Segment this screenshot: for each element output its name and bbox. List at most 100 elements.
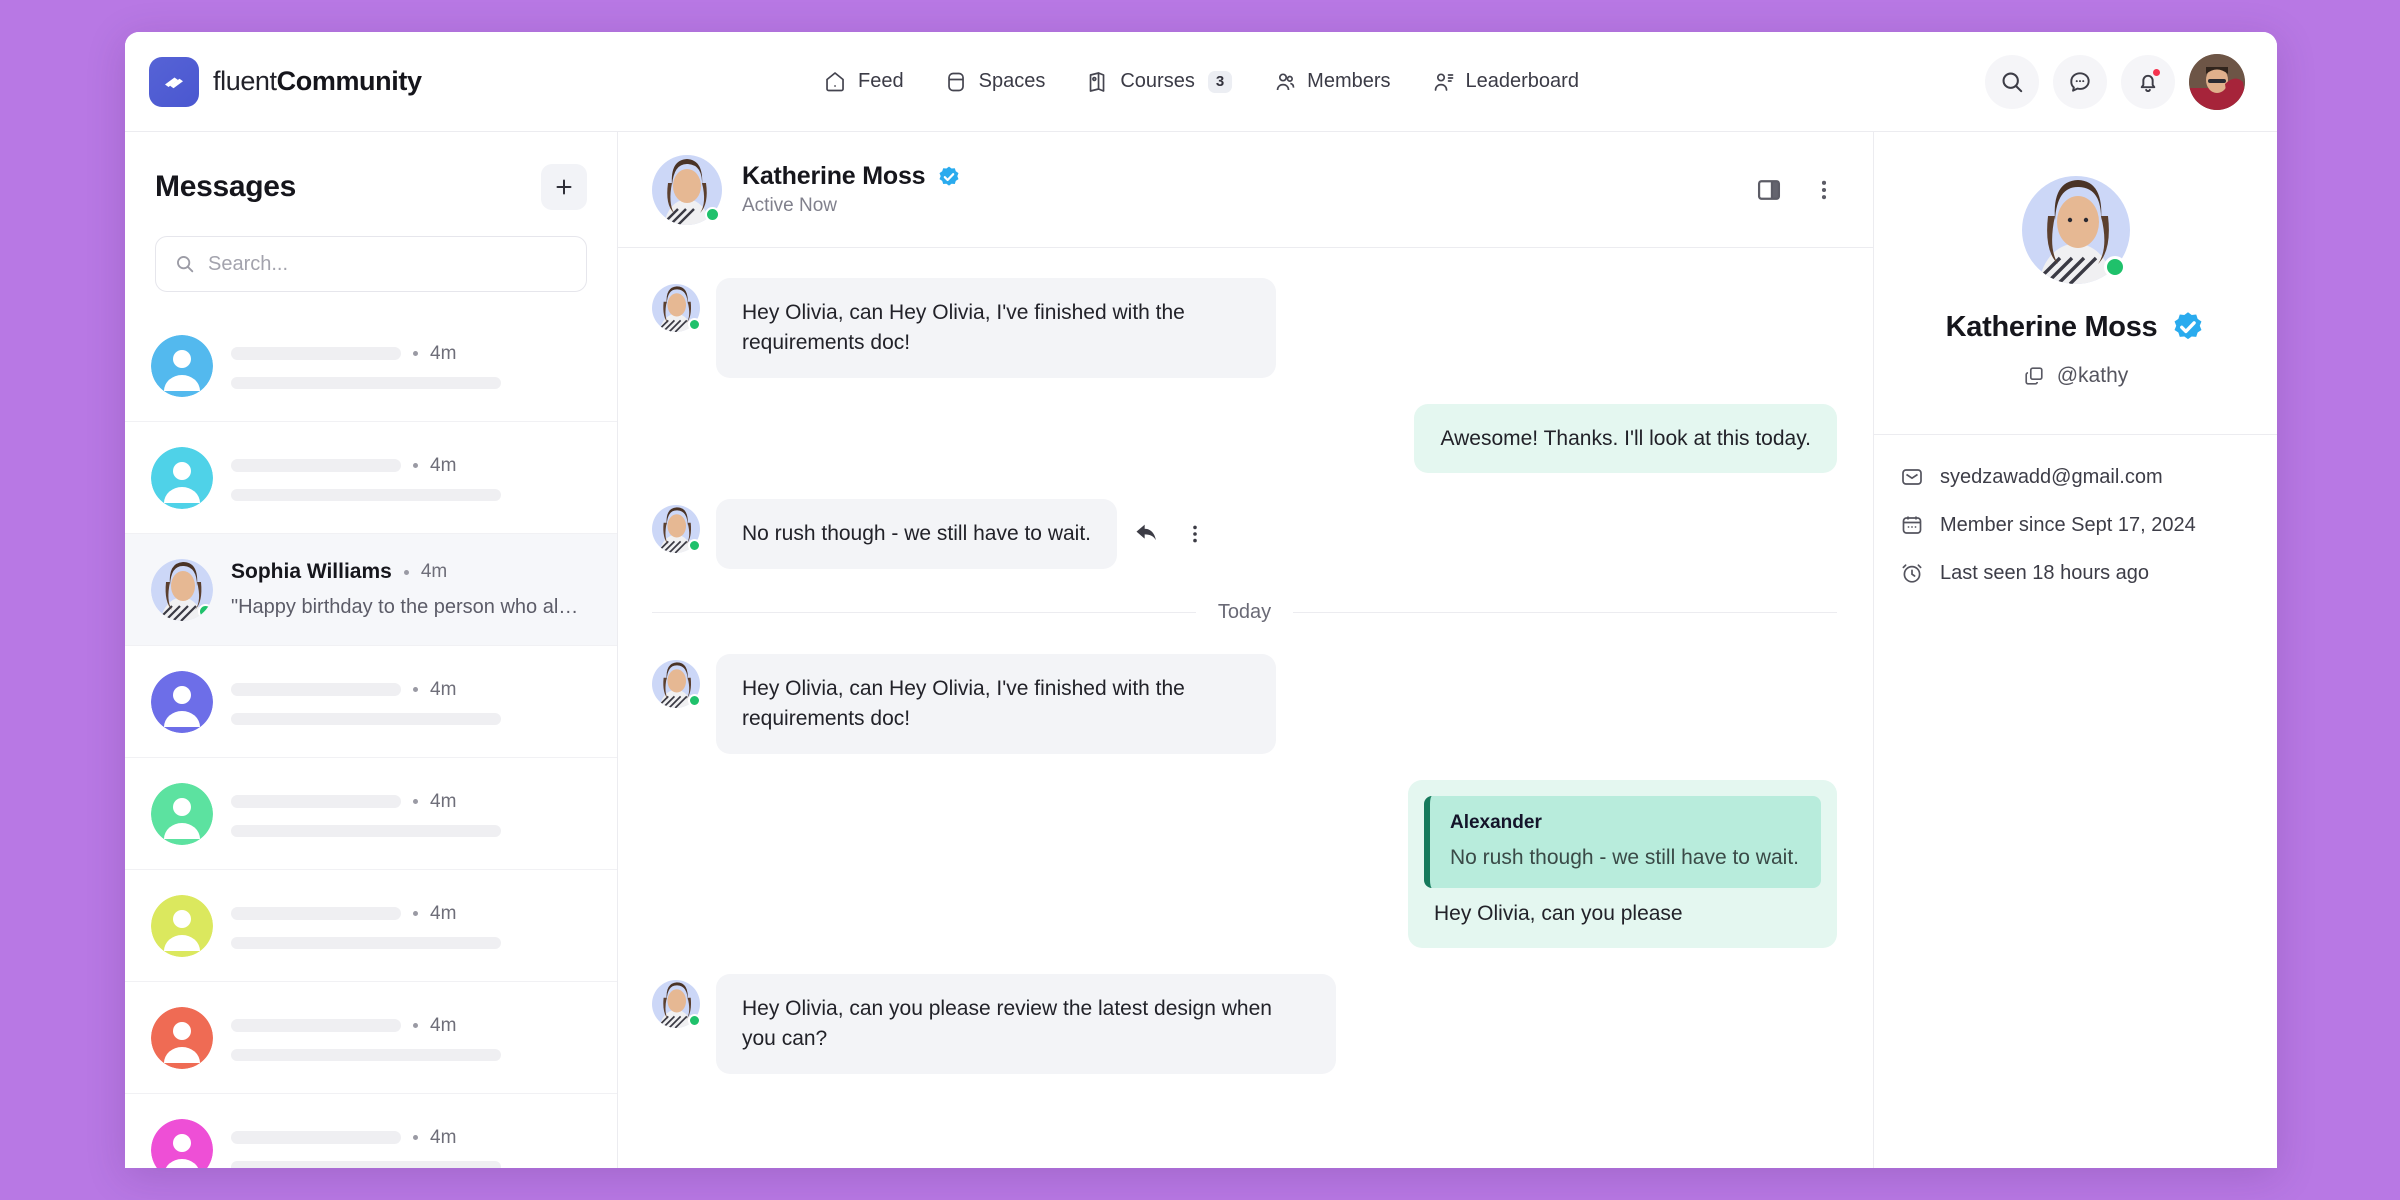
- search-icon[interactable]: [1985, 54, 2039, 109]
- nav-item-feed[interactable]: Feed: [823, 70, 904, 94]
- list-item-time: 4m: [430, 342, 457, 364]
- list-item[interactable]: 4m: [125, 310, 617, 422]
- avatar: [151, 670, 213, 733]
- fluent-logo-icon: [149, 56, 199, 107]
- list-item-body: 4m: [231, 903, 591, 949]
- list-item[interactable]: 4m: [125, 870, 617, 982]
- preview-placeholder: [231, 712, 501, 725]
- brand-logo[interactable]: fluentCommunity: [149, 56, 422, 107]
- avatar: [652, 505, 701, 554]
- separator-dot: [413, 463, 418, 468]
- main-nav: Feed Spaces Courses 3 Members Leaderboar…: [823, 70, 1579, 94]
- search-container: [125, 224, 617, 310]
- message-bubble-with-quote[interactable]: Alexander No rush though - we still have …: [1407, 779, 1837, 948]
- chat-header-text: Katherine Moss Active Now: [742, 162, 961, 217]
- list-item[interactable]: 4m: [125, 1094, 617, 1168]
- list-item-body: 4m: [231, 455, 591, 501]
- online-status-dot: [198, 603, 213, 619]
- message-bubble[interactable]: Hey Olivia, can Hey Olivia, I've finishe…: [716, 654, 1276, 754]
- messages-pane: Messages Search... 4m 4m Sophia Williams…: [125, 132, 618, 1168]
- profile-name: Katherine Moss: [1945, 310, 2158, 343]
- message-row: Hey Olivia, can Hey Olivia, I've finishe…: [652, 654, 1837, 754]
- chat-bubble-icon[interactable]: [2053, 54, 2107, 109]
- message-row: Hey Olivia, can Hey Olivia, I've finishe…: [652, 278, 1837, 378]
- page-title: Messages: [155, 170, 297, 203]
- copy-icon[interactable]: [2023, 365, 2045, 387]
- nav-item-leaderboard[interactable]: Leaderboard: [1431, 70, 1579, 94]
- separator-dot: [413, 687, 418, 692]
- leaderboard-icon: [1431, 70, 1455, 94]
- avatar: [151, 558, 213, 621]
- new-message-button[interactable]: [541, 164, 587, 210]
- nav-item-members[interactable]: Members: [1272, 70, 1391, 94]
- list-item[interactable]: 4m: [125, 982, 617, 1094]
- profile-name-row: Katherine Moss: [1946, 310, 2206, 344]
- name-placeholder: [231, 347, 401, 360]
- profile-meta-text: syedzawadd@gmail.com: [1940, 465, 2163, 488]
- avatar[interactable]: [2189, 53, 2245, 110]
- mail-icon: [1900, 465, 1924, 489]
- nav-item-courses[interactable]: Courses 3: [1085, 70, 1233, 94]
- day-separator: Today: [652, 601, 1837, 624]
- nav-label-feed: Feed: [858, 70, 904, 92]
- list-item-time: 4m: [430, 1126, 457, 1148]
- online-status-dot: [688, 1013, 701, 1027]
- nav-label-members: Members: [1307, 70, 1391, 92]
- conversation-list[interactable]: 4m 4m Sophia Williams 4m "Happy birthday t…: [125, 310, 617, 1168]
- chat-header-status: Active Now: [742, 195, 838, 216]
- chat-pane: Katherine Moss Active Now Hey Olivia, ca…: [618, 132, 1874, 1168]
- more-vertical-icon[interactable]: [1183, 522, 1207, 546]
- list-item-body: Sophia Williams 4m "Happy birthday to the …: [231, 560, 591, 619]
- search-input[interactable]: [208, 252, 568, 276]
- separator-dot: [403, 569, 409, 575]
- separator-dot: [413, 1023, 418, 1028]
- chat-header-actions: [1755, 176, 1837, 204]
- side-panel-icon[interactable]: [1755, 176, 1783, 204]
- quoted-message[interactable]: Alexander No rush though - we still have …: [1423, 795, 1821, 888]
- profile-meta-text: Last seen 18 hours ago: [1940, 561, 2150, 584]
- list-item[interactable]: Sophia Williams 4m "Happy birthday to the …: [125, 534, 617, 646]
- list-item-body: 4m: [231, 679, 591, 725]
- preview-placeholder: [231, 488, 501, 501]
- avatar: [151, 446, 213, 509]
- avatar[interactable]: [2021, 176, 2130, 284]
- message-bubble[interactable]: No rush though - we still have to wait.: [716, 499, 1118, 570]
- message-list[interactable]: Hey Olivia, can Hey Olivia, I've finishe…: [618, 248, 1873, 1168]
- chat-header: Katherine Moss Active Now: [618, 132, 1873, 248]
- search-box[interactable]: [155, 236, 587, 292]
- profile-handle-row[interactable]: @kathy: [2023, 364, 2128, 388]
- list-item[interactable]: 4m: [125, 646, 617, 758]
- reply-arrow-icon[interactable]: [1133, 520, 1161, 548]
- message-hover-actions: [1133, 520, 1207, 548]
- nav-label-leaderboard: Leaderboard: [1465, 70, 1579, 92]
- message-text: Hey Olivia, can you please: [1433, 901, 1683, 925]
- avatar[interactable]: [652, 154, 722, 225]
- message-bubble[interactable]: Hey Olivia, can Hey Olivia, I've finishe…: [716, 278, 1276, 378]
- list-item-name: Sophia Williams: [231, 560, 392, 583]
- chat-header-name: Katherine Moss: [742, 162, 926, 190]
- list-item-time: 4m: [430, 678, 457, 700]
- message-bubble[interactable]: Hey Olivia, can you please review the la…: [716, 973, 1336, 1074]
- avatar: [151, 1118, 213, 1168]
- name-placeholder: [231, 795, 401, 808]
- nav-item-spaces[interactable]: Spaces: [944, 70, 1045, 94]
- list-item[interactable]: 4m: [125, 758, 617, 870]
- avatar: [151, 782, 213, 845]
- brand-name-light: fluent: [213, 66, 277, 96]
- profile-meta-list: syedzawadd@gmail.com Member since Sept 17…: [1874, 435, 2277, 615]
- clock-icon: [1900, 561, 1924, 585]
- list-item-preview: "Happy birthday to the person who alwa..…: [231, 596, 591, 618]
- name-placeholder: [231, 907, 401, 920]
- message-bubble[interactable]: Awesome! Thanks. I'll look at this today…: [1414, 403, 1837, 474]
- top-navigation-bar: fluentCommunity Feed Spaces Courses 3 Me…: [125, 32, 2277, 132]
- bell-icon[interactable]: [2121, 54, 2175, 109]
- list-item-time: 4m: [430, 1014, 457, 1036]
- list-item-time: 4m: [420, 561, 448, 582]
- preview-placeholder: [231, 824, 501, 837]
- search-icon: [174, 253, 196, 275]
- verified-badge-icon: [2171, 310, 2205, 344]
- chat-header-name-row: Katherine Moss: [742, 162, 961, 191]
- more-vertical-icon[interactable]: [1811, 177, 1837, 203]
- list-item-body: 4m: [231, 1126, 591, 1168]
- list-item[interactable]: 4m: [125, 422, 617, 534]
